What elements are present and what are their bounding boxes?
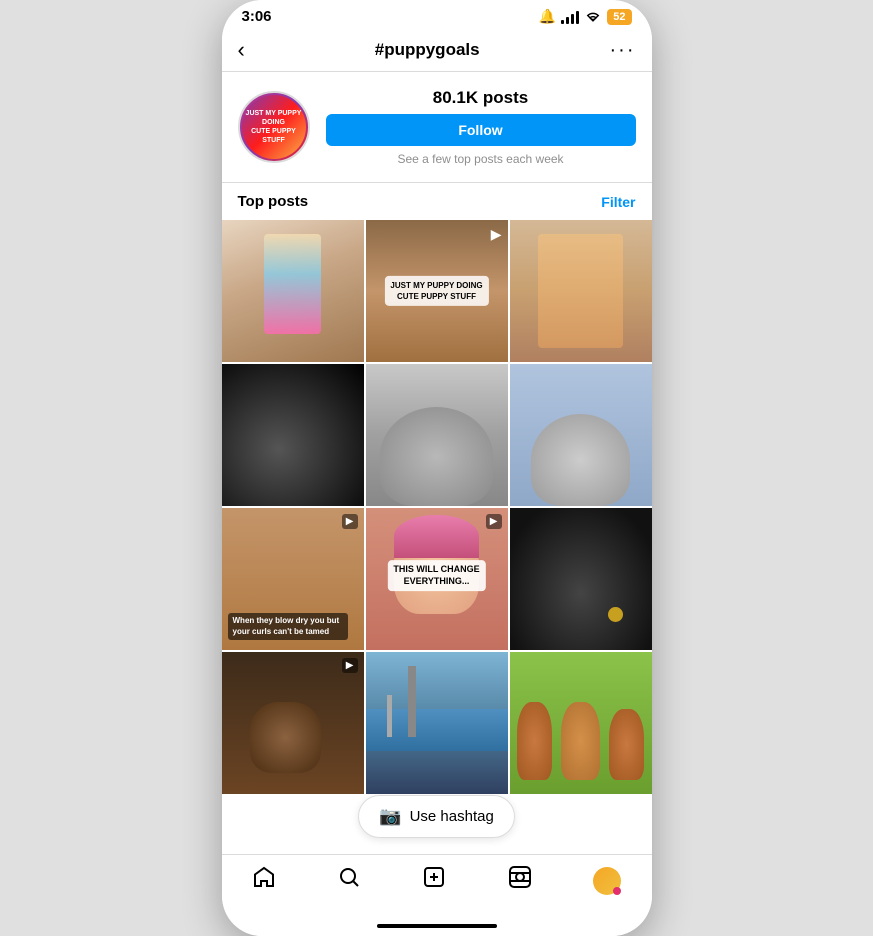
phone-frame: 3:06 🔔 52 ‹ #puppygoals ··· JUST (222, 0, 652, 936)
home-icon (252, 865, 276, 896)
grid-item-1[interactable] (222, 220, 364, 362)
grid-item-10[interactable]: ▶ (222, 652, 364, 794)
grid-item-12[interactable] (510, 652, 652, 794)
follow-button[interactable]: Follow (326, 114, 636, 146)
video-icon-10: ▶ (342, 658, 358, 673)
grid-item-9[interactable]: ▶ (510, 508, 652, 650)
grid-item-7[interactable]: ▶ When they blow dry you but your curls … (222, 508, 364, 650)
notification-bell-icon: 🔔 (539, 8, 556, 25)
status-icons: 🔔 52 (539, 8, 632, 25)
wifi-icon (584, 10, 602, 24)
nav-add[interactable] (422, 865, 446, 896)
notification-dot (613, 887, 621, 895)
avatar: JUST MY PUPPY DOINGCUTE PUPPYSTUFF (238, 91, 310, 163)
add-icon (422, 865, 446, 896)
nav-profile[interactable] (593, 867, 621, 895)
video-icon-7: ▶ (342, 514, 358, 529)
posts-count-value: 80.1K (433, 88, 478, 107)
top-posts-header: Top posts Filter (222, 182, 652, 220)
status-bar: 3:06 🔔 52 (222, 0, 652, 29)
filter-button[interactable]: Filter (601, 194, 635, 210)
avatar-inner: JUST MY PUPPY DOINGCUTE PUPPYSTUFF (242, 95, 306, 159)
grid-item-4[interactable] (222, 364, 364, 506)
grid-item-11[interactable] (366, 652, 508, 794)
overlay-text-7: When they blow dry you but your curls ca… (228, 613, 349, 640)
grid-item-8[interactable]: ▶ THIS WILL CHANGEEVERYTHING... (366, 508, 508, 650)
grid-item-2[interactable]: ▶ JUST MY PUPPY DOINGCUTE PUPPY STUFF (366, 220, 508, 362)
grid-item-6[interactable] (510, 364, 652, 506)
posts-grid: ▶ JUST MY PUPPY DOINGCUTE PUPPY STUFF (222, 220, 652, 794)
nav-reels[interactable] (508, 865, 532, 896)
nav-search[interactable] (337, 865, 361, 896)
profile-section: JUST MY PUPPY DOINGCUTE PUPPYSTUFF 80.1K… (222, 72, 652, 182)
bottom-nav (222, 854, 652, 916)
video-icon-8: ▶ (486, 514, 502, 529)
top-posts-label: Top posts (238, 193, 309, 210)
battery-badge: 52 (607, 9, 631, 25)
see-top-posts-text: See a few top posts each week (326, 152, 636, 166)
search-icon (337, 865, 361, 896)
page-title: #puppygoals (375, 40, 480, 60)
status-time: 3:06 (242, 8, 272, 25)
signal-bars-icon (561, 10, 579, 24)
posts-count: 80.1K posts (326, 88, 636, 108)
more-options-button[interactable]: ··· (610, 39, 636, 62)
grid-item-3[interactable] (510, 220, 652, 362)
profile-info: 80.1K posts Follow See a few top posts e… (326, 88, 636, 166)
nav-home[interactable] (252, 865, 276, 896)
video-icon-2: ▶ (491, 226, 502, 243)
nav-bar: ‹ #puppygoals ··· (222, 29, 652, 72)
camera-icon: 📷 (379, 806, 401, 827)
home-indicator-bar (222, 916, 652, 936)
home-indicator (377, 924, 497, 928)
posts-count-label: posts (483, 88, 528, 107)
use-hashtag-bar: 📷 Use hashtag (222, 794, 652, 854)
back-button[interactable]: ‹ (238, 37, 245, 63)
avatar-text: JUST MY PUPPY DOINGCUTE PUPPYSTUFF (246, 109, 302, 145)
grid-item-5[interactable] (366, 364, 508, 506)
overlay-text-8: THIS WILL CHANGEEVERYTHING... (387, 560, 485, 591)
reels-icon (508, 865, 532, 896)
use-hashtag-label: Use hashtag (410, 808, 494, 825)
use-hashtag-button[interactable]: 📷 Use hashtag (358, 795, 515, 838)
overlay-text-2: JUST MY PUPPY DOINGCUTE PUPPY STUFF (384, 276, 488, 306)
